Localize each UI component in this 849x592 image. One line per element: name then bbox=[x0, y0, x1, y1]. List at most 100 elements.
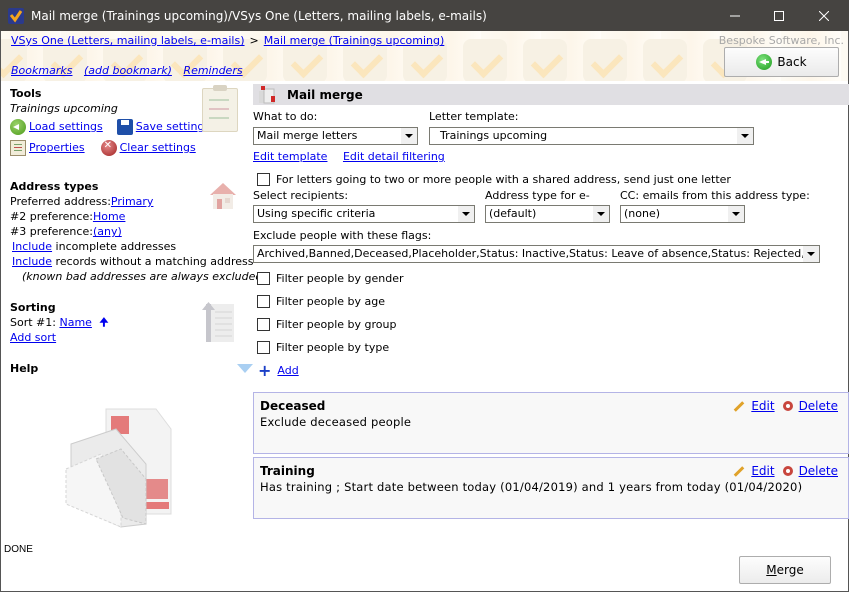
maximize-button[interactable] bbox=[756, 0, 802, 31]
filter-age-label: Filter people by age bbox=[276, 295, 386, 308]
address-type-emails-group: Address type for e-mails: (default) bbox=[485, 189, 620, 223]
plus-icon[interactable]: + bbox=[258, 361, 271, 380]
preference-3-link[interactable]: (any) bbox=[93, 225, 122, 238]
filter-gender-checkbox[interactable] bbox=[257, 272, 270, 285]
watermark-logo bbox=[523, 39, 567, 81]
back-button[interactable]: Back bbox=[724, 47, 839, 77]
delete-icon bbox=[782, 466, 793, 476]
save-settings-link[interactable]: Save settings bbox=[136, 120, 210, 133]
include-unmatched-link[interactable]: Include bbox=[12, 255, 52, 268]
letter-template-select[interactable]: Trainings upcoming bbox=[429, 127, 754, 145]
criteria-card-deceased: Deceased Exclude deceased people Edit De… bbox=[253, 392, 849, 454]
clipboard-icon bbox=[202, 85, 238, 132]
properties-icon bbox=[10, 139, 26, 156]
criteria-description: Has training ; Start date between today … bbox=[260, 480, 803, 494]
window-frame: VSys One (Letters, mailing labels, e-mai… bbox=[0, 31, 849, 592]
merge-button[interactable]: Merge bbox=[739, 556, 831, 584]
company-name: Bespoke Software, Inc. bbox=[718, 34, 844, 47]
mail-merge-illustration bbox=[65, 408, 172, 528]
letter-template-label: Letter template: bbox=[429, 110, 519, 123]
criteria-actions: Edit Delete bbox=[733, 399, 838, 413]
chevron-down-icon bbox=[458, 206, 474, 222]
preferred-address-link[interactable]: Primary bbox=[111, 195, 154, 208]
bookmarks-bar: Bookmarks (add bookmark) Reminders bbox=[11, 64, 251, 77]
load-settings-link[interactable]: Load settings bbox=[29, 120, 103, 133]
back-button-label: Back bbox=[777, 55, 807, 69]
chevron-down-icon bbox=[737, 128, 753, 144]
delete-icon bbox=[782, 401, 793, 411]
include-incomplete-link[interactable]: Include bbox=[12, 240, 52, 253]
sorting-section: Sorting Sort #1: Name 🠉 Add sort bbox=[10, 300, 245, 361]
cc-emails-value: (none) bbox=[624, 207, 661, 220]
criteria-delete-link[interactable]: Delete bbox=[799, 399, 838, 413]
address-types-section: Address types Preferred address:Primary … bbox=[10, 179, 267, 300]
watermark-logo bbox=[463, 39, 507, 81]
select-recipients-select[interactable]: Using specific criteria bbox=[253, 205, 475, 223]
select-recipients-value: Using specific criteria bbox=[257, 207, 376, 220]
add-criteria-row: + Add bbox=[253, 359, 848, 382]
properties-link[interactable]: Properties bbox=[29, 141, 85, 154]
filter-age-row: Filter people by age bbox=[253, 290, 848, 313]
breadcrumb-link-vsys-one[interactable]: VSys One (Letters, mailing labels, e-mai… bbox=[11, 34, 245, 47]
pencil-icon bbox=[734, 400, 745, 412]
filter-type-label: Filter people by type bbox=[276, 341, 390, 354]
preference-2-label: #2 preference: bbox=[10, 210, 93, 223]
watermark-logo bbox=[643, 39, 687, 81]
filter-group-checkbox[interactable] bbox=[257, 318, 270, 331]
close-button[interactable] bbox=[801, 0, 847, 31]
criteria-title: Deceased bbox=[260, 399, 326, 413]
letter-template-group: Letter template: Trainings upcoming bbox=[429, 110, 754, 145]
sort-1-field-link[interactable]: Name bbox=[59, 316, 91, 329]
shared-address-row: For letters going to two or more people … bbox=[253, 169, 848, 189]
clear-settings-link[interactable]: Clear settings bbox=[120, 141, 196, 154]
shared-address-label: For letters going to two or more people … bbox=[276, 172, 731, 186]
load-settings-icon bbox=[10, 118, 26, 135]
exclude-flags-select[interactable]: Archived,Banned,Deceased,Placeholder,Sta… bbox=[253, 245, 820, 263]
exclude-flags-group: Exclude people with these flags: Archive… bbox=[253, 229, 848, 263]
select-recipients-group: Select recipients: Using specific criter… bbox=[253, 189, 485, 223]
add-sort-link[interactable]: Add sort bbox=[10, 331, 56, 344]
breadcrumb-link-mail-merge[interactable]: Mail merge (Trainings upcoming) bbox=[264, 34, 445, 47]
select-recipients-label: Select recipients: bbox=[253, 189, 349, 202]
watermark-logo bbox=[583, 39, 627, 81]
bookmarks-link[interactable]: Bookmarks bbox=[11, 64, 72, 77]
filter-type-checkbox[interactable] bbox=[257, 341, 270, 354]
sidebar: Tools Trainings upcoming Load settings S… bbox=[10, 85, 267, 381]
chevron-down-icon bbox=[803, 246, 819, 262]
filter-group-row: Filter people by group bbox=[253, 313, 848, 336]
add-criteria-link[interactable]: Add bbox=[277, 364, 298, 377]
include-unmatched-text: records without a matching address bbox=[52, 255, 254, 268]
merge-button-label: Merge bbox=[766, 563, 804, 577]
edit-links-row: Edit template Edit detail filtering bbox=[253, 149, 848, 165]
criteria-delete-link[interactable]: Delete bbox=[799, 464, 838, 478]
help-title: Help bbox=[10, 362, 39, 375]
include-incomplete-text: incomplete addresses bbox=[52, 240, 177, 253]
title-bar: Mail merge (Trainings upcoming)/VSys One… bbox=[0, 0, 849, 31]
address-type-emails-select[interactable]: (default) bbox=[485, 205, 610, 223]
preference-3-row: #3 preference:(any) bbox=[10, 224, 245, 239]
criteria-card-training: Training Has training ; Start date betwe… bbox=[253, 457, 849, 519]
accelerator-key: M bbox=[766, 563, 777, 577]
cc-emails-select[interactable]: (none) bbox=[620, 205, 745, 223]
minimize-button[interactable] bbox=[712, 0, 758, 31]
sort-ascending-arrow-icon[interactable]: 🠉 bbox=[99, 316, 108, 329]
window-title: Mail merge (Trainings upcoming)/VSys One… bbox=[31, 8, 487, 23]
criteria-edit-link[interactable]: Edit bbox=[751, 464, 774, 478]
preference-2-link[interactable]: Home bbox=[93, 210, 125, 223]
clear-settings-icon bbox=[100, 139, 117, 156]
reminders-link[interactable]: Reminders bbox=[183, 64, 242, 77]
criteria-edit-link[interactable]: Edit bbox=[751, 399, 774, 413]
add-bookmark-link[interactable]: (add bookmark) bbox=[84, 64, 172, 77]
breadcrumb-separator: > bbox=[249, 34, 259, 47]
shared-address-checkbox[interactable] bbox=[257, 172, 270, 186]
filter-gender-label: Filter people by gender bbox=[276, 272, 404, 285]
maximize-icon bbox=[774, 10, 784, 21]
what-to-do-select[interactable]: Mail merge letters bbox=[253, 127, 418, 145]
address-type-emails-value: (default) bbox=[489, 207, 537, 220]
edit-detail-filtering-link[interactable]: Edit detail filtering bbox=[343, 150, 445, 163]
pencil-icon bbox=[734, 465, 745, 477]
edit-template-link[interactable]: Edit template bbox=[253, 150, 327, 163]
help-expand-icon[interactable] bbox=[237, 364, 253, 373]
chevron-down-icon bbox=[401, 128, 417, 144]
filter-age-checkbox[interactable] bbox=[257, 295, 270, 308]
